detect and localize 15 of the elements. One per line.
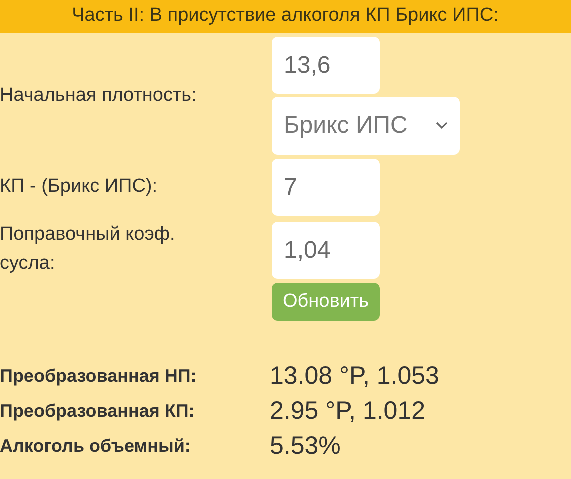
result-label: Алкоголь объемный: <box>0 435 192 458</box>
field-label: Начальная плотность: <box>0 84 198 108</box>
result-value: 2.95 °P, 1.012 <box>270 396 426 426</box>
result-value: 13.08 °P, 1.053 <box>270 361 440 391</box>
result-value: 5.53% <box>270 431 341 461</box>
input-field[interactable]: 1,04 <box>272 222 380 279</box>
unit-select[interactable]: Брикс ИПС <box>272 97 460 155</box>
input-field[interactable]: 7 <box>272 159 380 216</box>
section-title: Часть II: В присутствие алкоголя КП Брикс ИПС: <box>72 4 499 28</box>
result-label: Преобразованная НП: <box>0 365 198 388</box>
field-label: КП - (Брикс ИПС): <box>0 175 159 200</box>
result-label: Преобразованная КП: <box>0 400 196 423</box>
chevron-down-icon <box>436 122 448 130</box>
field-label: Поправочный коэф. сусла: <box>0 223 176 276</box>
input-field[interactable]: 13,6 <box>272 37 380 94</box>
